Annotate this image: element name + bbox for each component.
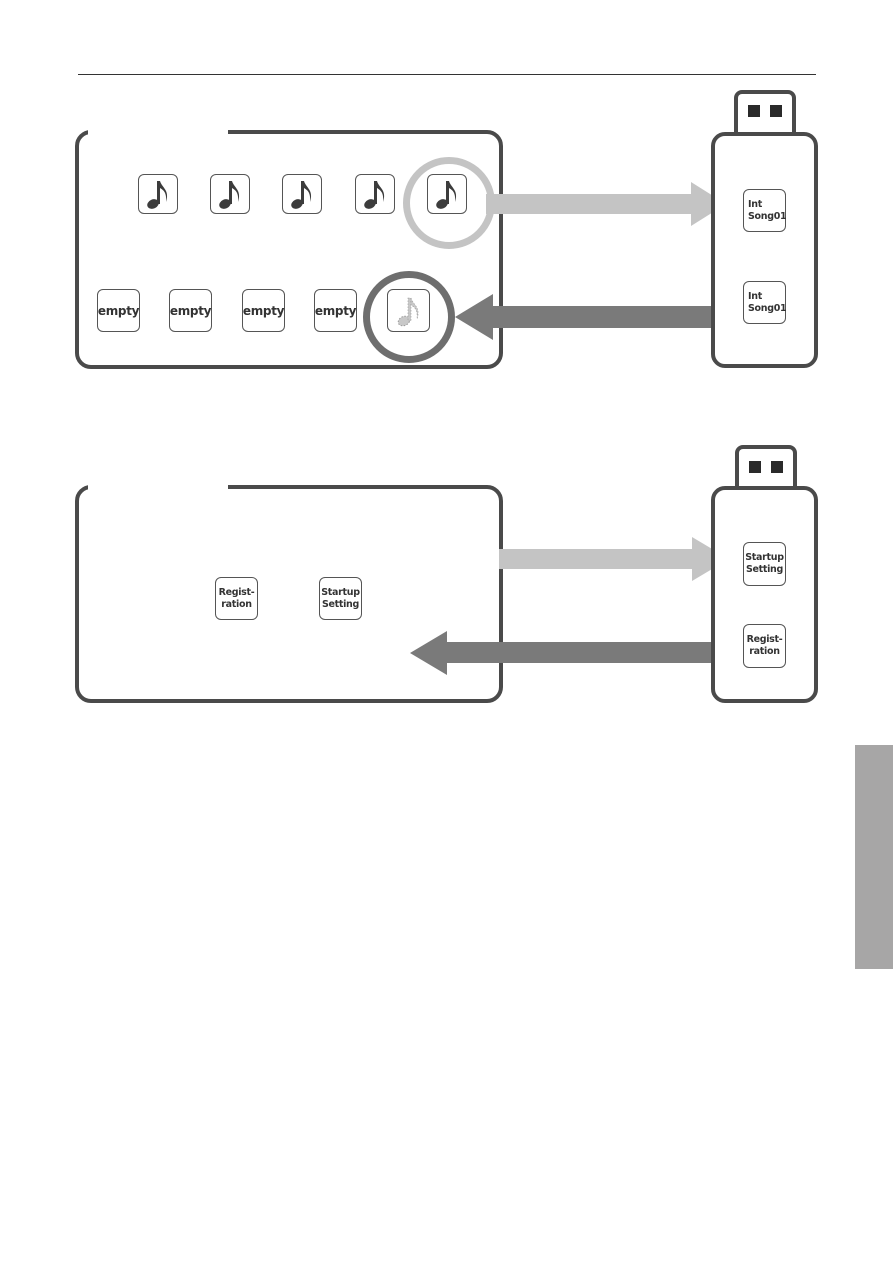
chapter-side-tab bbox=[855, 745, 893, 969]
song-slot-5[interactable] bbox=[427, 174, 467, 214]
usb-file-registration[interactable]: Regist-ration bbox=[743, 624, 786, 668]
item-name-line2: ration bbox=[221, 598, 252, 610]
empty-slot-2[interactable]: empty bbox=[169, 289, 212, 332]
usb-file-1[interactable]: Int Song01 bbox=[743, 189, 787, 232]
usb-pin bbox=[749, 461, 761, 473]
registration-item[interactable]: Regist-ration bbox=[215, 577, 258, 620]
song-slot-2[interactable] bbox=[210, 174, 250, 214]
usb-pin bbox=[748, 105, 760, 117]
usb-file-name-line1: Int bbox=[748, 198, 762, 210]
item-name-line1: Regist- bbox=[218, 586, 255, 598]
load-arrow bbox=[410, 631, 717, 675]
usb-drive bbox=[711, 132, 818, 368]
item-name-line1: Startup bbox=[321, 586, 360, 598]
save-arrow bbox=[499, 537, 729, 581]
load-arrow-shape bbox=[455, 294, 717, 340]
usb-file-name-line1: Startup bbox=[745, 552, 784, 563]
save-arrow-shape bbox=[486, 182, 726, 226]
empty-slot-1[interactable]: empty bbox=[97, 289, 140, 332]
item-name-line2: Setting bbox=[321, 598, 360, 610]
startup-setting-item[interactable]: Startup Setting bbox=[319, 577, 362, 620]
empty-slot-4[interactable]: empty bbox=[314, 289, 357, 332]
panel-label-gap bbox=[88, 129, 228, 135]
usb-pin bbox=[770, 105, 782, 117]
empty-slot-3[interactable]: empty bbox=[242, 289, 285, 332]
usb-drive bbox=[711, 486, 818, 703]
panel-label-gap bbox=[88, 484, 228, 490]
usb-file-name-line2: Song01 bbox=[748, 210, 787, 222]
usb-connector bbox=[734, 90, 796, 136]
usb-file-2[interactable]: Int Song01 bbox=[743, 281, 787, 324]
loaded-song-slot[interactable] bbox=[387, 289, 430, 332]
song-slot-3[interactable] bbox=[282, 174, 322, 214]
save-arrow-shape bbox=[499, 537, 729, 581]
save-arrow bbox=[486, 182, 726, 226]
eighth-note-icon bbox=[291, 181, 312, 209]
eighth-note-icon bbox=[147, 181, 168, 209]
usb-pin bbox=[771, 461, 783, 473]
load-arrow bbox=[455, 294, 717, 340]
usb-connector bbox=[735, 445, 797, 491]
usb-file-startup-setting[interactable]: Startup Setting bbox=[743, 542, 786, 586]
load-arrow-shape bbox=[410, 631, 717, 675]
eighth-note-icon bbox=[364, 181, 385, 209]
song-slot-1[interactable] bbox=[138, 174, 178, 214]
usb-file-name-line2: Setting bbox=[745, 564, 784, 575]
usb-file-name-line1: Regist- bbox=[746, 634, 783, 645]
eighth-note-icon bbox=[219, 181, 240, 209]
song-slot-4[interactable] bbox=[355, 174, 395, 214]
eighth-note-icon bbox=[436, 181, 457, 209]
usb-file-name-line1: Int bbox=[748, 290, 762, 302]
header-rule bbox=[78, 74, 816, 75]
usb-file-name-line2: ration bbox=[749, 646, 780, 657]
usb-file-name-line2: Song01 bbox=[748, 302, 787, 314]
dotted-eighth-note-icon bbox=[397, 297, 418, 326]
